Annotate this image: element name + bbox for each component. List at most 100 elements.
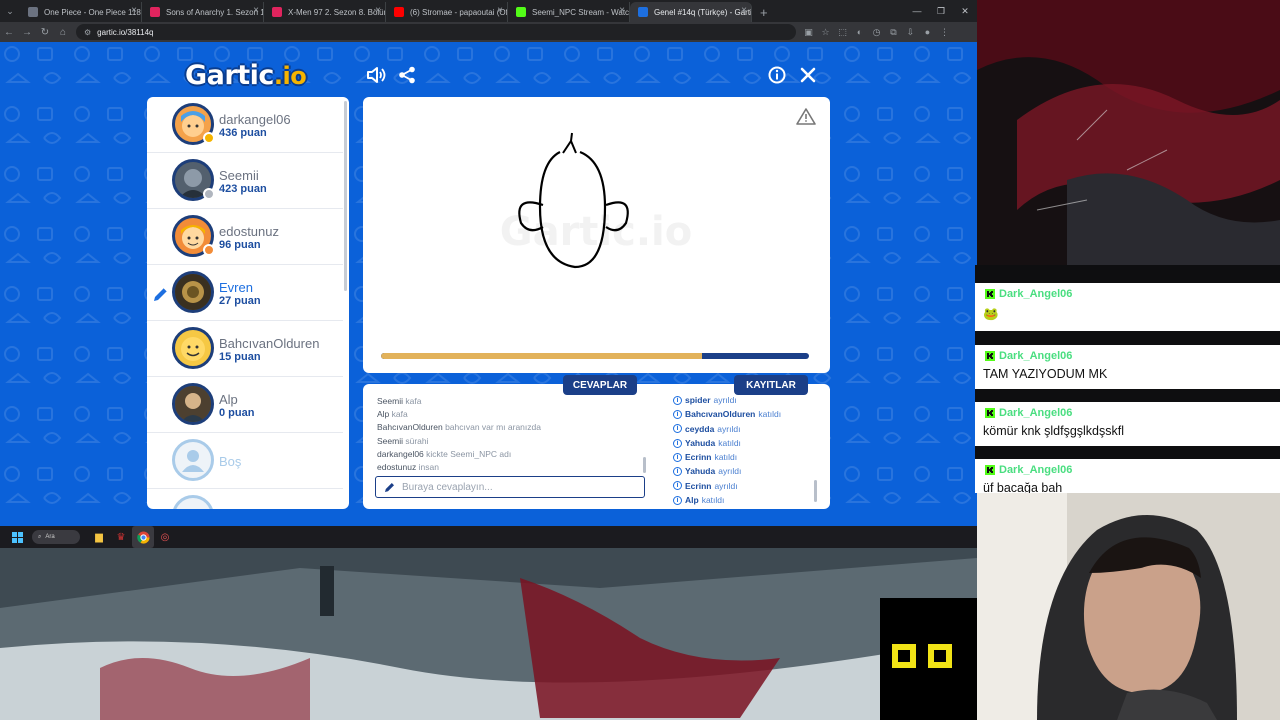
pencil-icon (152, 285, 170, 308)
download-icon[interactable]: ⇩ (902, 22, 919, 42)
url-input[interactable]: ⚙ gartic.io/38114q (76, 24, 796, 40)
screen: ⌄ One Piece - One Piece 1189 - Tü × Sons… (0, 0, 1280, 720)
answers-list: Seemii kafa Alp kafa BahcıvanOlduren bah… (377, 395, 647, 474)
answer-text: bahcıvan var mı aranızda (445, 422, 541, 433)
answer-user: darkangel06 (377, 448, 424, 459)
tab-favicon-icon (150, 7, 160, 17)
translate-icon[interactable]: ⧉ (885, 22, 902, 42)
chat-username[interactable]: Dark_Angel06 (985, 288, 1072, 300)
player-name: Boş (219, 454, 242, 469)
answer-field[interactable] (375, 476, 645, 498)
player-row[interactable]: Alp 0 puan (147, 377, 343, 433)
answers-tab[interactable]: CEVAPLAR (563, 375, 637, 395)
info-icon[interactable] (766, 64, 788, 86)
answer-input[interactable] (402, 481, 632, 493)
site-info-icon[interactable]: ⚙ (84, 28, 91, 37)
windows-start-icon[interactable] (8, 526, 26, 548)
extensions-icon[interactable]: ⬚ (834, 22, 851, 42)
tab-title: (6) Stromae - papaoutai (Offic (410, 7, 508, 17)
players-scrollbar[interactable] (344, 101, 347, 291)
player-row-drawing[interactable]: Evren 27 puan (147, 265, 343, 321)
app-icon[interactable]: ♛ (110, 526, 132, 548)
chrome-icon[interactable] (132, 526, 154, 548)
answers-scrollbar[interactable] (643, 457, 646, 473)
chat-message: Dark_Angel06 🐸 (975, 283, 1280, 331)
log-user: Ecrinn (685, 452, 712, 463)
browser-tab[interactable]: (6) Stromae - papaoutai (Offic × (386, 2, 508, 22)
tab-search-icon[interactable]: ⌄ (0, 0, 20, 22)
log-item: i Alp katıldı (673, 493, 823, 507)
answer-item: Seemii kafa (377, 395, 647, 408)
log-item: i BahcıvanOlduren katıldı (673, 407, 823, 421)
tab-close-icon[interactable]: × (131, 5, 137, 16)
browser-tab[interactable]: Sons of Anarchy 1. Sezon 1. Bölü × (142, 2, 264, 22)
player-row[interactable]: Seemii 423 puan (147, 153, 343, 209)
player-row[interactable]: darkangel06 436 puan (147, 97, 343, 153)
home-icon[interactable]: ⌂ (54, 22, 72, 42)
new-tab-icon[interactable]: + (752, 2, 776, 22)
answer-text: kickte Seemi_NPC adı (426, 448, 512, 459)
log-action: ayrıldı (717, 423, 741, 434)
profile-avatar-icon[interactable]: ● (919, 22, 936, 42)
player-row[interactable]: edostunuz 96 puan (147, 209, 343, 265)
player-points: 96 puan (219, 239, 261, 251)
tab-title: X-Men 97 2. Sezon 8. Bölüm izle (288, 7, 385, 17)
gartic-logo[interactable]: Gartic.io (185, 60, 307, 91)
history-icon[interactable]: ◷ (868, 22, 885, 42)
logs-tab[interactable]: KAYITLAR (734, 375, 808, 395)
tab-close-icon[interactable]: × (375, 5, 381, 16)
kick-badge-icon (985, 408, 995, 418)
minimize-icon[interactable]: — (905, 0, 929, 22)
stream-art-panel (977, 0, 1280, 265)
drawing-canvas[interactable]: Gartic.io (363, 97, 830, 373)
logs-list: i spider ayrıldı i BahcıvanOlduren katıldı i… (673, 393, 823, 507)
extension-icon[interactable]: ◐ (851, 22, 868, 42)
back-icon[interactable]: ← (0, 22, 18, 42)
chat-username[interactable]: Dark_Angel06 (985, 350, 1072, 362)
player-row[interactable]: BahcıvanOlduren 15 puan (147, 321, 343, 377)
tab-close-icon[interactable]: × (741, 5, 747, 16)
app-icon[interactable]: ◎ (154, 526, 176, 548)
close-window-icon[interactable]: ✕ (953, 0, 977, 22)
gartic-page: Gartic.io darkangel06 436 puan Seemii 42… (0, 42, 977, 526)
status-dot (203, 132, 215, 144)
reload-icon[interactable]: ↻ (36, 22, 54, 42)
logs-scrollbar[interactable] (814, 480, 817, 502)
log-user: Yahuda (685, 466, 716, 477)
answer-item: BahcıvanOlduren bahcıvan var mı aranızda (377, 421, 647, 434)
report-warning-icon[interactable] (796, 107, 816, 130)
tab-title: Genel #14q (Türkçe) - Gartic.io (654, 7, 751, 17)
more-menu-icon[interactable]: ⋮ (936, 22, 953, 42)
drawing: Gartic.io (500, 132, 692, 269)
tab-close-icon[interactable]: × (619, 5, 625, 16)
extension-icons: ▣ ☆ ⬚ ◐ ◷ ⧉ ⇩ ● ⋮ (800, 22, 953, 42)
tab-close-icon[interactable]: × (253, 5, 259, 16)
chat-username[interactable]: Dark_Angel06 (985, 407, 1072, 419)
browser-tab[interactable]: Seemi_NPC Stream - Watch Live × (508, 2, 630, 22)
log-user: Alp (685, 495, 699, 506)
browser-tab[interactable]: X-Men 97 2. Sezon 8. Bölüm izle × (264, 2, 386, 22)
taskbar-search[interactable]: ⌕ Ara (32, 530, 80, 544)
close-icon[interactable] (797, 64, 819, 86)
answer-text: sürahi (405, 435, 429, 446)
cast-icon[interactable]: ▣ (800, 22, 817, 42)
maximize-icon[interactable]: ❐ (929, 0, 953, 22)
chat-user-label: Dark_Angel06 (999, 288, 1073, 300)
bookmark-star-icon[interactable]: ☆ (817, 22, 834, 42)
answer-user: Seemii (377, 396, 403, 406)
share-icon[interactable] (396, 64, 418, 86)
browser-tab[interactable]: One Piece - One Piece 1189 - Tü × (20, 2, 142, 22)
sound-icon[interactable] (365, 64, 387, 86)
tab-close-icon[interactable]: × (497, 5, 503, 16)
file-explorer-icon[interactable]: ▆ (88, 526, 110, 548)
player-points: 436 puan (219, 127, 267, 139)
browser-tab-active[interactable]: Genel #14q (Türkçe) - Gartic.io × (630, 2, 752, 22)
chat-username[interactable]: Dark_Angel06 (985, 464, 1072, 476)
address-bar: ← → ↻ ⌂ ⚙ gartic.io/38114q ▣ ☆ ⬚ ◐ ◷ ⧉ ⇩… (0, 22, 977, 42)
empty-avatar-icon (172, 495, 214, 509)
forward-icon[interactable]: → (18, 22, 36, 42)
chat-user-label: Dark_Angel06 (999, 464, 1073, 476)
log-action: katıldı (701, 495, 725, 506)
svg-text:Gartic.io: Gartic.io (500, 209, 692, 255)
player-points: 27 puan (219, 295, 261, 307)
